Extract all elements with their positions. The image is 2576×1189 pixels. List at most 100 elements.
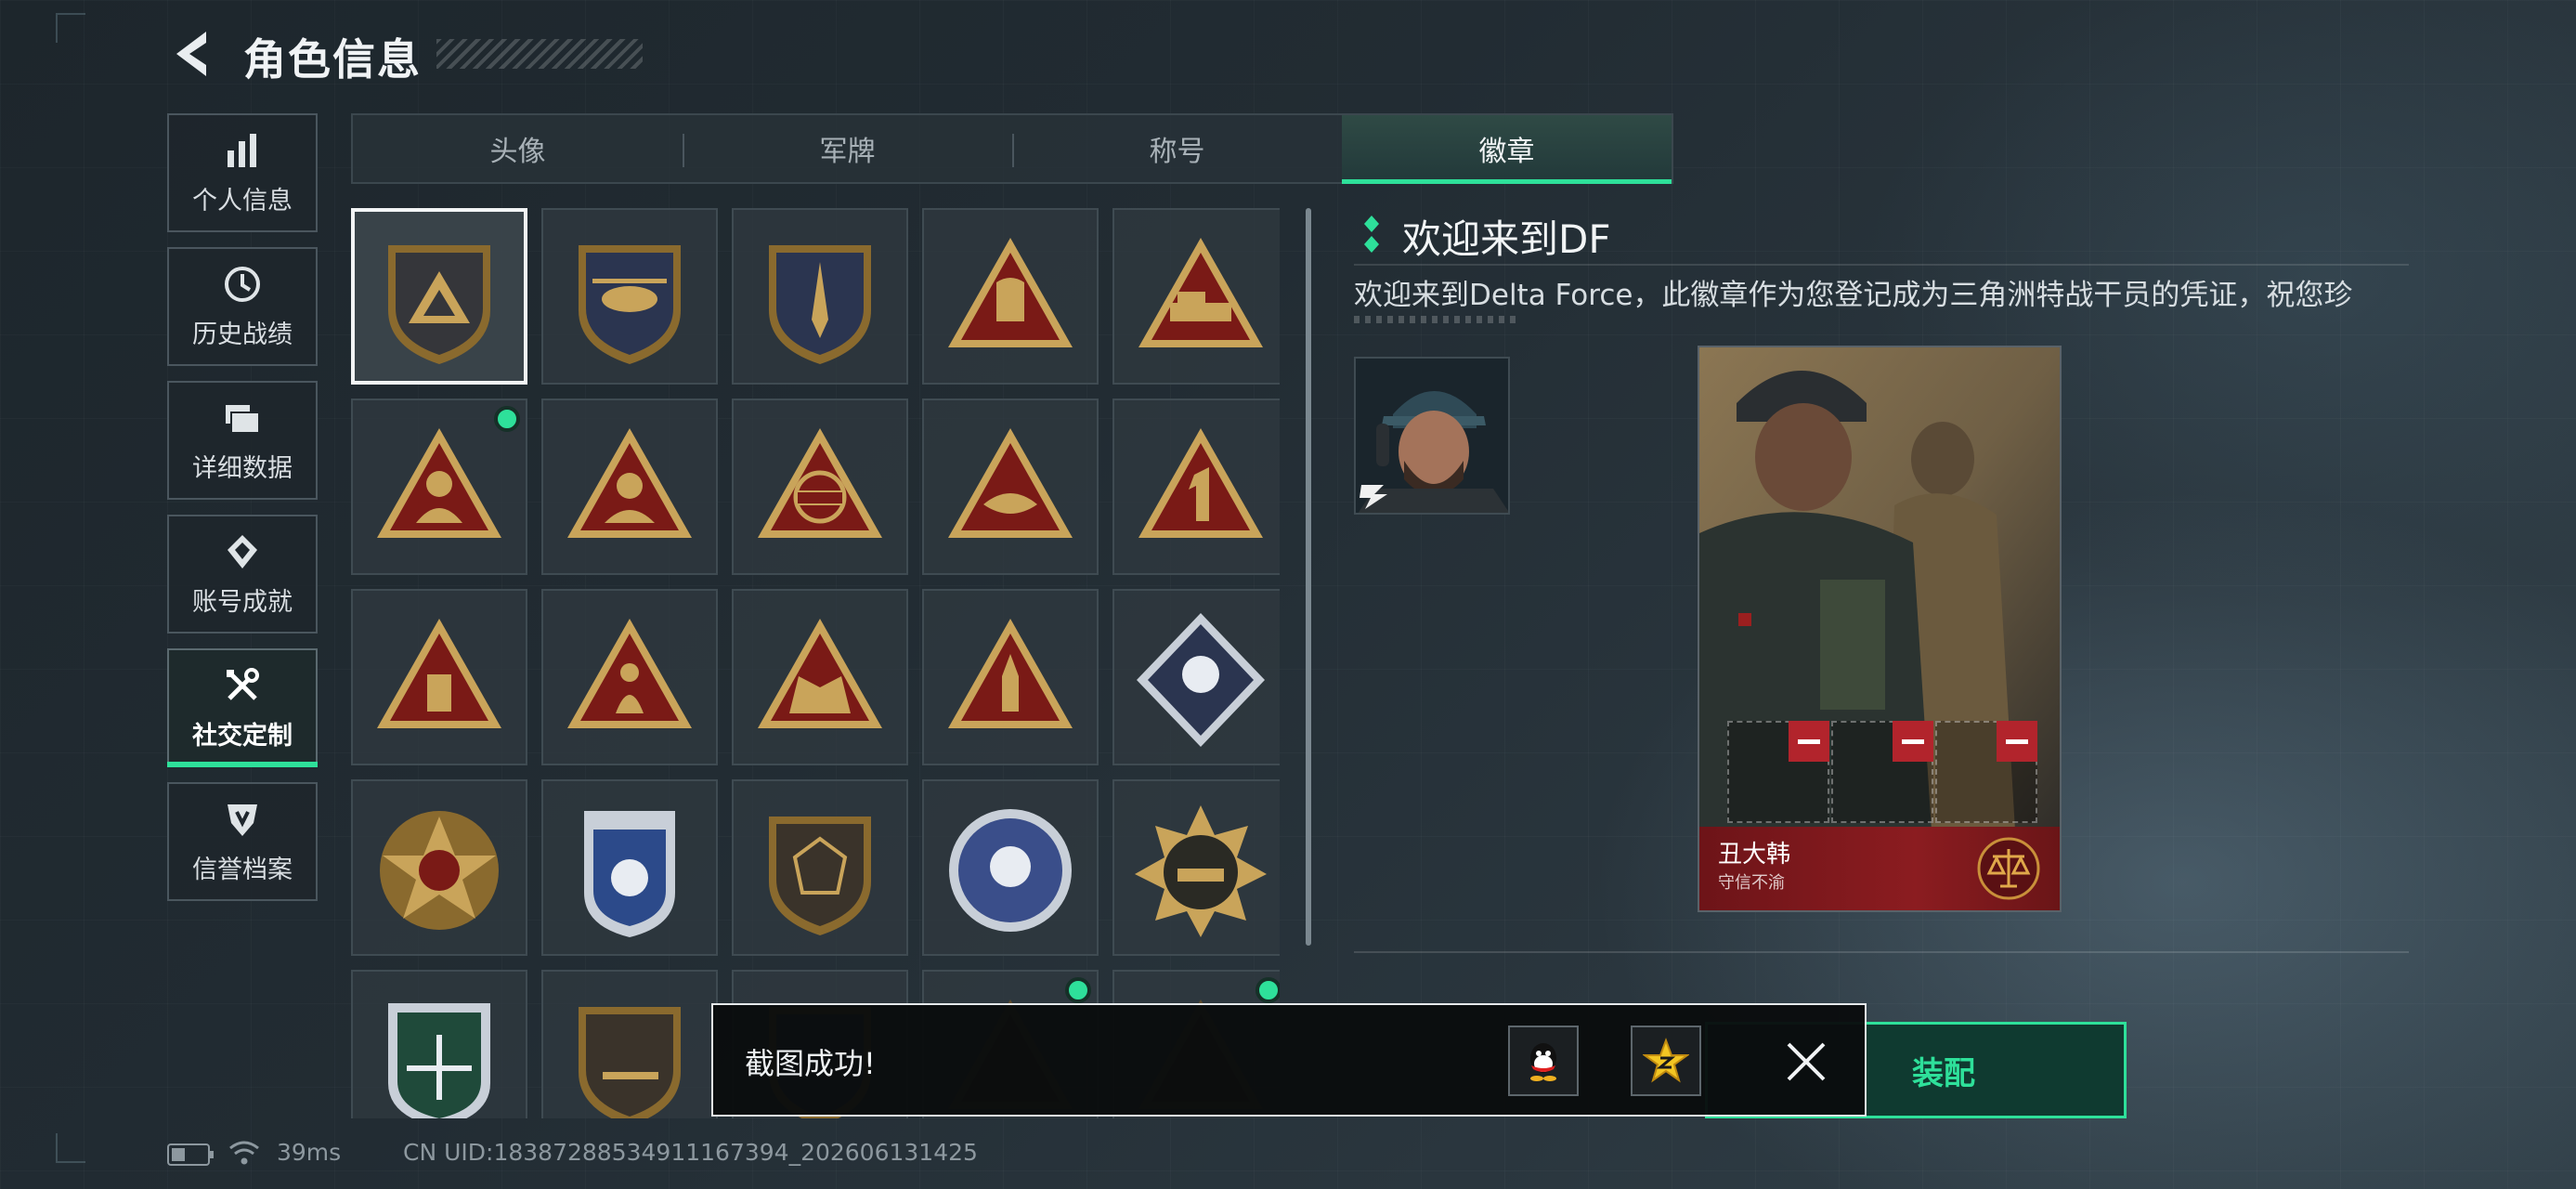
folder-icon bbox=[226, 404, 260, 434]
skull-round-badge bbox=[949, 809, 1072, 932]
achievement-icon bbox=[228, 534, 257, 568]
badge-cell[interactable] bbox=[922, 208, 1099, 385]
rocket-triangle-badge bbox=[948, 619, 1073, 728]
badge-cell[interactable] bbox=[541, 399, 718, 575]
page-title: 角色信息 bbox=[243, 34, 422, 85]
close-icon[interactable] bbox=[1781, 1037, 1831, 1087]
helicopter-badge bbox=[579, 245, 681, 364]
card-badge-slot[interactable] bbox=[1935, 721, 2037, 823]
card-player-name: 丑大韩 bbox=[1718, 841, 1791, 869]
qzone-star-icon bbox=[1643, 1038, 1689, 1083]
card-badge-slot[interactable] bbox=[1727, 721, 1829, 823]
operator-triangle-badge bbox=[567, 428, 692, 538]
badge-cell[interactable] bbox=[732, 399, 908, 575]
tab-badge[interactable]: 徽章 bbox=[1342, 115, 1672, 184]
wifi-icon bbox=[229, 1141, 259, 1165]
card-footer: 丑大韩 守信不渝 bbox=[1699, 827, 2060, 910]
badge-cell[interactable] bbox=[1112, 208, 1280, 385]
operator-card: 丑大韩 守信不渝 bbox=[1698, 346, 2062, 912]
sidebar-item-label: 社交定制 bbox=[192, 721, 293, 751]
title-decoration bbox=[436, 39, 643, 69]
wing-triangle-badge bbox=[948, 428, 1073, 538]
card-player-subtitle: 守信不渝 bbox=[1718, 873, 1785, 893]
remove-badge-button[interactable] bbox=[1893, 721, 1933, 762]
sidebar-item-social-custom[interactable]: 社交定制 bbox=[167, 648, 318, 767]
badge-cell[interactable] bbox=[351, 208, 527, 385]
soldier-triangle-badge bbox=[377, 428, 501, 538]
operator-portrait-image bbox=[1356, 359, 1508, 513]
badge-cell[interactable] bbox=[732, 589, 908, 765]
badge-cell[interactable] bbox=[541, 589, 718, 765]
sidebar-item-match-history[interactable]: 历史战绩 bbox=[167, 247, 318, 366]
new-indicator-dot bbox=[1255, 977, 1280, 1003]
sidebar-item-label: 历史战绩 bbox=[192, 320, 293, 349]
badge-cell[interactable] bbox=[922, 779, 1099, 956]
badge-cell[interactable] bbox=[732, 208, 908, 385]
screenshot-toast: 截图成功! bbox=[711, 1003, 1867, 1117]
badge-cell[interactable] bbox=[922, 589, 1099, 765]
category-tabs: 头像 军牌 称号 徽章 bbox=[351, 113, 1673, 184]
credit-shield-icon bbox=[228, 804, 257, 836]
share-qq-button[interactable] bbox=[1508, 1026, 1579, 1096]
rifle-shield-badge bbox=[579, 1007, 681, 1118]
usb-triangle-badge bbox=[377, 619, 501, 728]
badge-cell[interactable] bbox=[351, 589, 527, 765]
hexagon-shield-badge bbox=[769, 817, 871, 935]
badge-detail-description: 欢迎来到Delta Force，此徽章作为您登记成为三角洲特战干员的凭证，祝您珍 bbox=[1354, 279, 2353, 312]
bar-chart-icon bbox=[228, 133, 256, 167]
tab-dogtag[interactable]: 军牌 bbox=[683, 115, 1012, 182]
corner-bracket bbox=[56, 1133, 85, 1163]
number-one-triangle-badge bbox=[1138, 428, 1263, 538]
history-clock-icon bbox=[225, 266, 260, 302]
tank-starburst-badge bbox=[1135, 805, 1267, 937]
tab-avatar[interactable]: 头像 bbox=[353, 115, 683, 182]
badge-detail-title: 欢迎来到DF bbox=[1402, 216, 1611, 262]
back-arrow-icon[interactable] bbox=[169, 28, 215, 80]
tab-title[interactable]: 称号 bbox=[1012, 115, 1342, 182]
sidebar-item-label: 详细数据 bbox=[192, 453, 293, 483]
badge-cell[interactable] bbox=[351, 399, 527, 575]
new-indicator-dot bbox=[494, 406, 520, 432]
badge-cell[interactable] bbox=[541, 208, 718, 385]
battery-icon bbox=[167, 1143, 214, 1166]
card-badge-slot[interactable] bbox=[1831, 721, 1933, 823]
sidebar-item-personal-info[interactable]: 个人信息 bbox=[167, 113, 318, 232]
sidebar-item-credit-record[interactable]: 信誉档案 bbox=[167, 782, 318, 901]
divider bbox=[1354, 264, 2409, 266]
eri-globe-triangle-badge bbox=[758, 428, 882, 538]
badge-cell[interactable] bbox=[1112, 399, 1280, 575]
operator-avatar[interactable] bbox=[1354, 357, 1510, 515]
badge-cell[interactable] bbox=[1112, 779, 1280, 956]
badge-cell[interactable] bbox=[1112, 589, 1280, 765]
badge-cell[interactable] bbox=[351, 779, 527, 956]
sidebar-item-label: 个人信息 bbox=[192, 186, 293, 216]
divider bbox=[1354, 951, 2409, 953]
title-diamond-icon bbox=[1364, 216, 1379, 253]
remove-badge-button[interactable] bbox=[1789, 721, 1829, 762]
squad-triangle-badge bbox=[758, 619, 882, 728]
badge-grid bbox=[351, 208, 1280, 1118]
vehicle-triangle-badge bbox=[1138, 238, 1263, 347]
figure-wave-triangle-badge bbox=[567, 619, 692, 728]
corner-bracket bbox=[56, 13, 85, 43]
badge-cell[interactable] bbox=[541, 779, 718, 956]
toast-message: 截图成功! bbox=[745, 1046, 876, 1081]
rifle-crosshair-badge bbox=[388, 1003, 490, 1118]
player-uid: CN UID:18387288534911167394_202606131425 bbox=[403, 1139, 978, 1166]
remove-badge-button[interactable] bbox=[1997, 721, 2037, 762]
badge-cell[interactable] bbox=[732, 779, 908, 956]
sidebar-item-achievements[interactable]: 账号成就 bbox=[167, 515, 318, 634]
badge-cell[interactable] bbox=[541, 970, 718, 1118]
sidebar-item-label: 账号成就 bbox=[192, 587, 293, 617]
badge-cell[interactable] bbox=[351, 970, 527, 1118]
rock-hand-triangle-badge bbox=[948, 238, 1073, 347]
scales-emblem-icon bbox=[1977, 837, 2040, 900]
sidebar-item-detailed-data[interactable]: 详细数据 bbox=[167, 381, 318, 500]
ping-value: 39ms bbox=[277, 1139, 342, 1166]
rose-diamond-badge bbox=[1137, 613, 1265, 747]
share-qzone-button[interactable] bbox=[1631, 1026, 1701, 1096]
delta-triangle-shield-badge bbox=[388, 245, 490, 364]
badge-grid-scrollbar[interactable] bbox=[1306, 208, 1311, 946]
dotted-divider bbox=[1354, 316, 1521, 323]
badge-cell[interactable] bbox=[922, 399, 1099, 575]
